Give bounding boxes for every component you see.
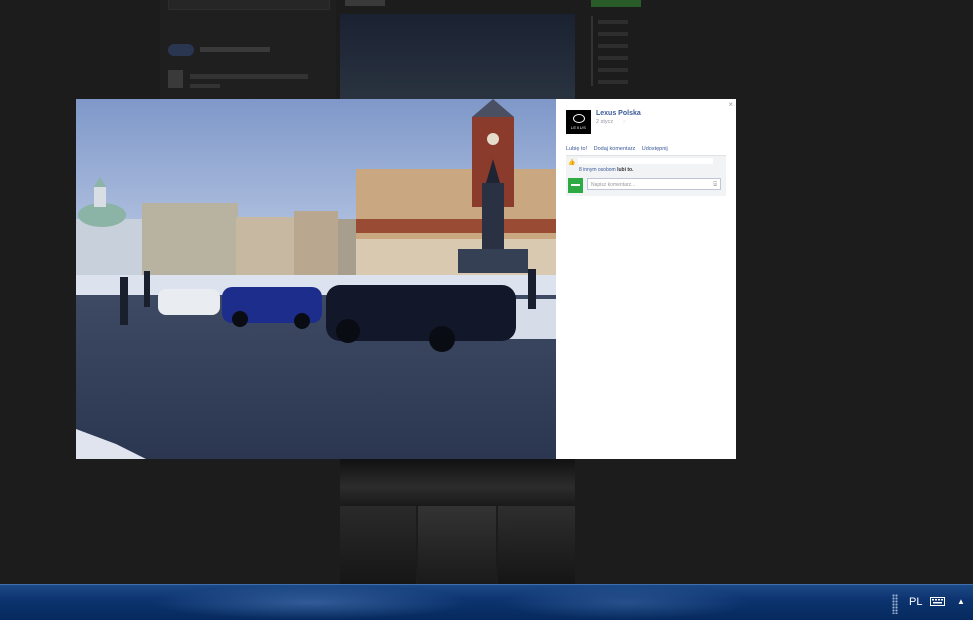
engagement-panel: 👍 8 innym osobom lubi to. Napisz komenta… — [566, 155, 726, 196]
main-photo[interactable] — [76, 99, 556, 459]
commenter-avatar — [568, 178, 583, 193]
taskbar: PL ▲ — [0, 584, 973, 620]
close-icon[interactable]: × — [728, 100, 733, 109]
language-indicator[interactable]: PL — [909, 596, 922, 608]
likers-row — [578, 158, 713, 164]
comment-placeholder: Napisz komentarz... — [591, 182, 636, 188]
post-actions: Lubię to! Dodaj komentarz Udostępnij — [566, 146, 673, 152]
share-action[interactable]: Udostępnij — [642, 146, 668, 152]
background-photo — [418, 506, 496, 584]
background-left-column — [160, 0, 336, 100]
show-hidden-icons-icon[interactable]: ▲ — [957, 597, 965, 606]
page-name-link[interactable]: Lexus Polska — [596, 110, 641, 117]
likes-suffix: lubi to. — [617, 167, 634, 173]
background-cover-photo — [340, 14, 575, 100]
camera-icon[interactable]: ⌸ — [713, 179, 717, 191]
post-date[interactable]: 2 stycz — [596, 119, 613, 125]
likes-summary: 8 innym osobom lubi to. — [579, 167, 633, 173]
post-sidebar: × LEXUS Lexus Polska 2 stycz ◌ Lubię to!… — [556, 99, 736, 459]
lexus-logo-icon — [573, 114, 585, 123]
comment-input[interactable]: Napisz komentarz... ⌸ — [587, 178, 721, 190]
page-avatar[interactable]: LEXUS — [566, 110, 591, 134]
logo-wordmark: LEXUS — [570, 125, 587, 130]
comment-action[interactable]: Dodaj komentarz — [594, 146, 636, 152]
globe-icon: ◌ — [623, 119, 626, 125]
like-action[interactable]: Lubię to! — [566, 146, 587, 152]
taskbar-grip[interactable] — [892, 594, 898, 614]
likes-count-link[interactable]: 8 innym osobom — [579, 167, 616, 173]
background-photo — [498, 506, 575, 584]
photo-viewer: × LEXUS Lexus Polska 2 stycz ◌ Lubię to!… — [76, 99, 736, 459]
keyboard-icon[interactable] — [930, 595, 945, 607]
thumbs-up-icon: 👍 — [568, 160, 576, 166]
background-photo — [340, 459, 575, 506]
background-photo — [340, 506, 416, 584]
